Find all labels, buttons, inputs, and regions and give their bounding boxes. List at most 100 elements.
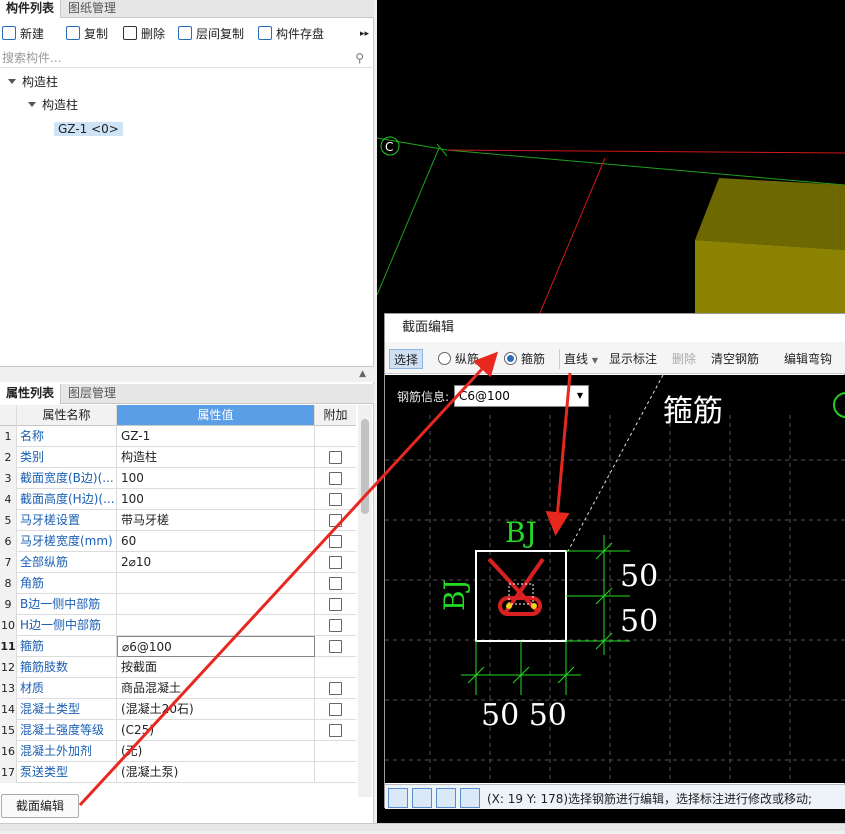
extra-checkbox[interactable] <box>329 472 342 485</box>
table-row[interactable]: 14 混凝土类型 (混凝土20石) <box>0 699 356 720</box>
property-value[interactable]: 商品混凝土 <box>117 678 315 699</box>
table-row[interactable]: 9 B边一侧中部筋 <box>0 594 356 615</box>
property-value[interactable]: 100 <box>117 468 315 489</box>
leader-line <box>566 375 664 554</box>
tree-node-root[interactable]: 构造柱 <box>8 72 58 92</box>
column-front-face <box>695 240 845 313</box>
section-edit-button[interactable]: 截面编辑 <box>1 794 79 818</box>
table-row[interactable]: 1 名称 GZ-1 <box>0 426 356 447</box>
tree-node-category[interactable]: 构造柱 <box>28 95 78 115</box>
layer-copy-button[interactable]: 层间复制 <box>178 24 244 44</box>
table-row[interactable]: 4 截面高度(H边)(... 100 <box>0 489 356 510</box>
save-component-label: 构件存盘 <box>276 27 325 41</box>
save-component-button[interactable]: 构件存盘 <box>258 24 324 44</box>
table-row[interactable]: 13 材质 商品混凝土 <box>0 678 356 699</box>
property-value[interactable]: 60 <box>117 531 315 552</box>
table-row[interactable]: 16 混凝土外加剂 (无) <box>0 741 356 762</box>
extra-checkbox[interactable] <box>329 577 342 590</box>
table-row[interactable]: 15 混凝土强度等级 (C25) <box>0 720 356 741</box>
table-row[interactable]: 5 马牙槎设置 带马牙槎 <box>0 510 356 531</box>
copy-button[interactable]: 复制 <box>66 24 108 44</box>
extra-checkbox[interactable] <box>329 493 342 506</box>
extra-checkbox[interactable] <box>329 451 342 464</box>
extra-checkbox[interactable] <box>329 619 342 632</box>
new-button[interactable]: 新建 <box>2 24 44 44</box>
search-icon[interactable]: ⚲ <box>355 48 364 68</box>
property-value[interactable]: (混凝土20石) <box>117 699 315 720</box>
table-row[interactable]: 8 角筋 <box>0 573 356 594</box>
rebar-point[interactable] <box>531 603 537 609</box>
table-row[interactable]: 11 箍筋 ⌀6@100 <box>0 636 356 657</box>
delete-button[interactable]: 删除 <box>123 24 165 44</box>
property-value[interactable]: GZ-1 <box>117 426 315 447</box>
stirrup-radio[interactable]: 箍筋 <box>504 349 545 369</box>
property-value[interactable]: (C25) <box>117 720 315 741</box>
perpendicular-icon[interactable] <box>436 788 456 808</box>
extra-cell <box>315 573 356 594</box>
extra-checkbox[interactable] <box>329 556 342 569</box>
tree-node-gz1[interactable]: GZ-1 <0> <box>54 119 123 139</box>
property-name: 混凝土外加剂 <box>17 741 117 762</box>
table-row[interactable]: 6 马牙槎宽度(mm) 60 <box>0 531 356 552</box>
ortho-icon[interactable] <box>388 788 408 808</box>
save-component-icon <box>258 26 272 40</box>
panel-splitter[interactable]: ▲ <box>0 366 374 382</box>
show-labels-button[interactable]: 显示标注 <box>609 349 657 369</box>
property-name: 类别 <box>17 447 117 468</box>
extra-checkbox[interactable] <box>329 640 342 653</box>
collapse-icon[interactable] <box>8 79 16 84</box>
new-label: 新建 <box>20 27 45 41</box>
table-row[interactable]: 3 截面宽度(B边)(... 100 <box>0 468 356 489</box>
property-value[interactable]: 按截面 <box>117 657 315 678</box>
property-value[interactable]: 100 <box>117 489 315 510</box>
property-value[interactable] <box>117 615 315 636</box>
extra-checkbox[interactable] <box>329 682 342 695</box>
tab-drawing-management[interactable]: 图纸管理 <box>62 0 122 18</box>
rebar-point[interactable] <box>506 603 512 609</box>
extra-cell <box>315 762 356 783</box>
component-search-input[interactable]: 搜索构件... ⚲ <box>0 48 372 68</box>
clear-rebar-button[interactable]: 清空钢筋 <box>711 349 759 369</box>
extra-checkbox[interactable] <box>329 724 342 737</box>
property-value[interactable]: 构造柱 <box>117 447 315 468</box>
scrollbar-thumb[interactable] <box>361 419 369 514</box>
table-row[interactable]: 10 H边一侧中部筋 <box>0 615 356 636</box>
add-point-icon[interactable] <box>460 788 480 808</box>
tab-component-list[interactable]: 构件列表 <box>0 0 62 18</box>
property-name: 名称 <box>17 426 117 447</box>
extra-checkbox[interactable] <box>329 535 342 548</box>
toolbar-overflow-icon[interactable]: ▸▸ <box>360 24 369 44</box>
collapse-icon[interactable] <box>28 102 36 107</box>
property-scrollbar[interactable] <box>358 405 372 797</box>
bottom-statusbar <box>0 823 845 831</box>
select-button[interactable]: 选择 <box>389 349 424 369</box>
collapse-arrow-icon[interactable]: ▲ <box>359 369 366 379</box>
longitudinal-radio[interactable]: 纵筋 <box>438 349 479 369</box>
extra-checkbox[interactable] <box>329 598 342 611</box>
property-name: 截面宽度(B边)(... <box>17 468 117 489</box>
property-value[interactable]: 2⌀10 <box>117 552 315 573</box>
property-value[interactable]: (无) <box>117 741 315 762</box>
extra-checkbox[interactable] <box>329 703 342 716</box>
line-dropdown[interactable]: 直线 ▼ <box>559 349 598 369</box>
row-number: 16 <box>0 741 17 762</box>
property-value[interactable] <box>117 594 315 615</box>
grid-line-red <box>536 157 606 321</box>
table-row[interactable]: 12 箍筋肢数 按截面 <box>0 657 356 678</box>
tab-layer-management[interactable]: 图层管理 <box>62 384 122 404</box>
property-value[interactable]: ⌀6@100 <box>117 636 315 657</box>
section-drawing-canvas[interactable]: 钢筋信息: C6@100 ▼ 箍筋 BJ BJ 50 50 50 50 <box>385 375 845 783</box>
extra-cell <box>315 615 356 636</box>
table-row[interactable]: 17 泵送类型 (混凝土泵) <box>0 762 356 783</box>
table-row[interactable]: 2 类别 构造柱 <box>0 447 356 468</box>
extra-checkbox[interactable] <box>329 514 342 527</box>
layer-copy-label: 层间复制 <box>196 27 245 41</box>
tab-property-list[interactable]: 属性列表 <box>0 384 62 404</box>
property-value[interactable]: (混凝土泵) <box>117 762 315 783</box>
property-value[interactable]: 带马牙槎 <box>117 510 315 531</box>
delete-rebar-button[interactable]: 删除 <box>672 349 696 369</box>
line-tool-icon[interactable] <box>412 788 432 808</box>
property-value[interactable] <box>117 573 315 594</box>
table-row[interactable]: 7 全部纵筋 2⌀10 <box>0 552 356 573</box>
edit-hook-button[interactable]: 编辑弯钩 <box>784 349 832 369</box>
